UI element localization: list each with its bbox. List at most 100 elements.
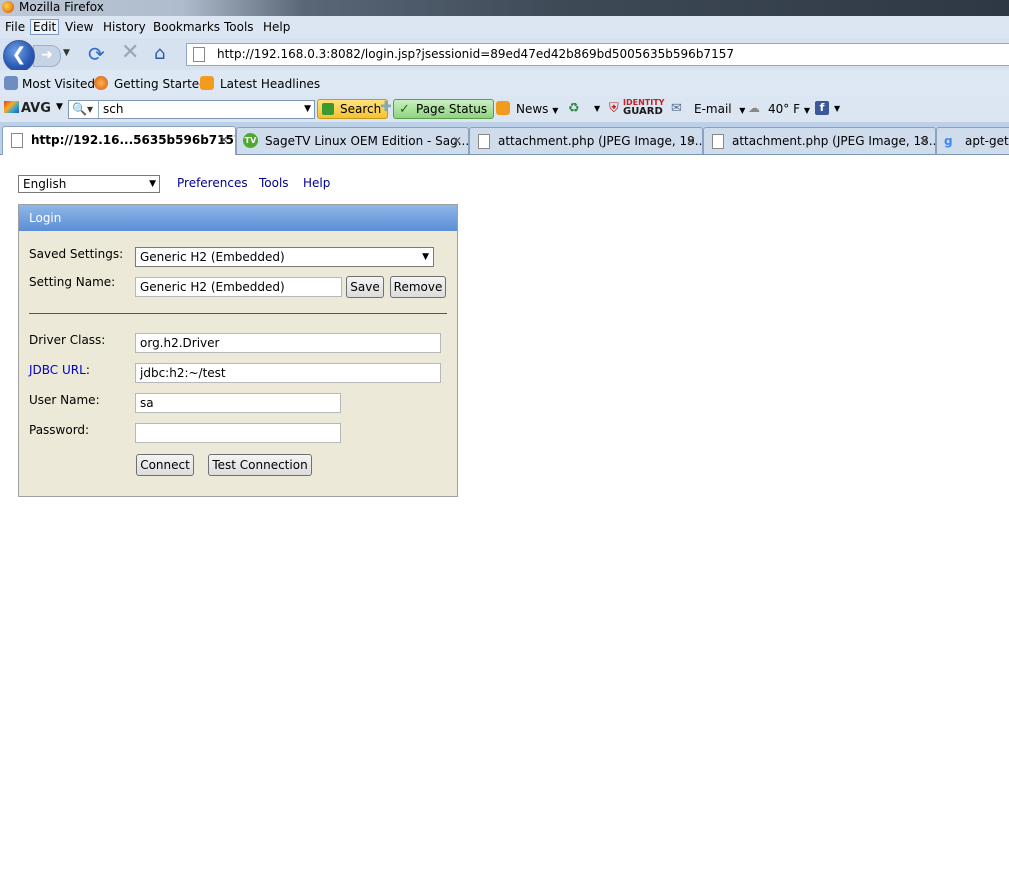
jdbc-url-colon: : <box>85 363 90 377</box>
menu-bar: File Edit View History Bookmarks Tools H… <box>0 16 1009 38</box>
menu-view[interactable]: View <box>65 20 93 34</box>
save-button[interactable]: Save <box>346 276 384 298</box>
tools-link[interactable]: Tools <box>259 176 289 190</box>
email-icon: ✉ <box>671 101 682 116</box>
back-button[interactable]: ❮ <box>3 40 35 72</box>
avg-search-button[interactable]: Search <box>317 99 389 119</box>
google-icon: g <box>944 134 953 148</box>
user-name-label: User Name: <box>29 393 100 407</box>
preferences-link[interactable]: Preferences <box>177 176 248 190</box>
reload-icon[interactable]: ⟳ <box>88 43 105 65</box>
history-dropdown-icon[interactable]: ▼ <box>63 48 70 58</box>
menu-file[interactable]: File <box>5 20 25 34</box>
email-label: E-mail <box>694 102 732 116</box>
user-name-input[interactable]: sa <box>135 393 341 413</box>
login-header: Login <box>19 205 457 231</box>
weather-button[interactable]: 40° F ▼ <box>768 102 810 116</box>
page-icon <box>193 47 205 62</box>
saved-settings-select[interactable]: Generic H2 (Embedded) ▼ <box>135 247 434 267</box>
divider <box>29 313 447 314</box>
avg-search-input[interactable]: 🔍▾ sch ▼ <box>68 100 315 119</box>
jdbc-url-label: JDBC URL: <box>29 363 90 377</box>
bookmarks-toolbar: Most Visited Getting Started Latest Head… <box>0 70 1009 96</box>
tab-strip: http://192.16...5635b596b7157 ✕ TV SageT… <box>0 122 1009 155</box>
identity-guard-logo[interactable]: IDENTITY GUARD <box>623 99 664 117</box>
avg-logo-text: AVG <box>21 101 51 116</box>
help-link[interactable]: Help <box>303 176 330 190</box>
close-tab-icon[interactable]: ✕ <box>919 128 929 154</box>
news-button[interactable]: News ▼ <box>516 102 558 116</box>
avg-search-button-label: Search <box>340 102 382 116</box>
facebook-icon[interactable]: f <box>815 101 829 115</box>
avg-logo[interactable]: AVG <box>4 101 51 116</box>
driver-class-input[interactable]: org.h2.Driver <box>135 333 441 353</box>
tab-login[interactable]: http://192.16...5635b596b7157 ✕ <box>2 126 236 155</box>
password-label: Password: <box>29 423 90 437</box>
url-bar[interactable]: http://192.168.0.3:8082/login.jsp?jsessi… <box>186 43 1009 66</box>
bookmark-latest-headlines[interactable]: Latest Headlines <box>220 77 320 91</box>
rss-icon <box>200 76 214 90</box>
tab-label: attachment.php (JPEG Image, 19... <box>498 134 703 148</box>
avg-search-value: sch <box>103 102 124 116</box>
forward-button[interactable]: ➜ <box>33 45 61 67</box>
menu-history[interactable]: History <box>103 20 146 34</box>
test-connection-button[interactable]: Test Connection <box>208 454 312 476</box>
page-status-button[interactable]: ✓ Page Status <box>393 99 495 119</box>
tab-apt-get[interactable]: g apt-get H <box>936 127 1009 154</box>
tab-sagetv[interactable]: TV SageTV Linux OEM Edition - Sag... ✕ <box>236 127 469 154</box>
title-bar: Mozilla Firefox <box>0 0 1009 16</box>
chevron-down-icon: ▼ <box>422 252 429 262</box>
search-divider <box>98 101 99 118</box>
login-panel: Login Saved Settings: Generic H2 (Embedd… <box>18 204 458 497</box>
menu-edit[interactable]: Edit <box>30 19 60 35</box>
page-content: English ▼ Preferences Tools Help Login S… <box>0 155 1009 871</box>
news-rss-icon <box>496 101 510 115</box>
translate-dropdown-icon[interactable]: ▼ <box>594 104 600 113</box>
stop-icon[interactable]: ✕ <box>121 42 139 64</box>
url-text: http://192.168.0.3:8082/login.jsp?jsessi… <box>217 47 734 61</box>
translate-icon[interactable]: ♻ <box>568 101 580 116</box>
saved-settings-label: Saved Settings: <box>29 247 124 261</box>
close-tab-icon[interactable]: ✕ <box>219 127 229 153</box>
weather-label: 40° F <box>768 102 800 116</box>
setting-name-input[interactable]: Generic H2 (Embedded) <box>135 277 342 297</box>
tab-label: attachment.php (JPEG Image, 18... <box>732 134 936 148</box>
search-dropdown-icon[interactable]: ▼ <box>304 102 311 117</box>
jdbc-url-input[interactable]: jdbc:h2:~/test <box>135 363 441 383</box>
close-tab-icon[interactable]: ✕ <box>452 128 462 154</box>
tab-label: http://192.16...5635b596b7157 <box>31 133 236 147</box>
page-icon <box>11 133 23 148</box>
check-icon: ✓ <box>399 102 410 117</box>
bookmark-getting-started[interactable]: Getting Started <box>114 77 207 91</box>
avg-toolbar: AVG ▼ 🔍▾ sch ▼ Search ✚ ✓ Page Status Ne… <box>0 96 1009 122</box>
page-icon <box>478 134 490 149</box>
remove-button[interactable]: Remove <box>390 276 446 298</box>
tab-label: apt-get H <box>965 134 1009 148</box>
facebook-dropdown-icon[interactable]: ▼ <box>834 104 840 113</box>
search-go-icon <box>322 103 334 115</box>
chevron-down-icon: ▼ <box>149 179 156 189</box>
driver-class-label: Driver Class: <box>29 333 106 347</box>
jdbc-url-value: jdbc:h2:~/test <box>140 366 226 380</box>
most-visited-icon <box>4 76 18 90</box>
language-select[interactable]: English ▼ <box>18 175 160 193</box>
connect-button[interactable]: Connect <box>136 454 194 476</box>
avg-menu-dropdown-icon[interactable]: ▼ <box>56 102 63 112</box>
close-tab-icon[interactable]: ✕ <box>686 128 696 154</box>
jdbc-url-link[interactable]: JDBC URL <box>29 363 86 377</box>
setting-name-value: Generic H2 (Embedded) <box>140 280 285 294</box>
email-button[interactable]: E-mail ▼ <box>694 102 745 116</box>
tab-attachment-2[interactable]: attachment.php (JPEG Image, 18... ✕ <box>703 127 936 154</box>
menu-bookmarks[interactable]: Bookmarks <box>153 20 220 34</box>
window-title: Mozilla Firefox <box>19 0 104 14</box>
menu-tools[interactable]: Tools <box>224 20 254 34</box>
identity-guard-line-2: GUARD <box>623 106 663 117</box>
page-icon <box>712 134 724 149</box>
firefox-logo-icon <box>2 1 14 13</box>
news-label: News <box>516 102 549 116</box>
menu-help[interactable]: Help <box>263 20 290 34</box>
bookmark-most-visited[interactable]: Most Visited <box>22 77 95 91</box>
password-input[interactable] <box>135 423 341 443</box>
home-icon[interactable]: ⌂ <box>154 43 165 65</box>
tab-attachment-1[interactable]: attachment.php (JPEG Image, 19... ✕ <box>469 127 703 154</box>
